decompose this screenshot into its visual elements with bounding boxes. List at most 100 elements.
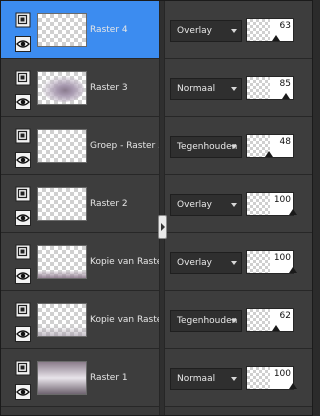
layer-thumbnail[interactable] bbox=[37, 361, 87, 395]
layer-row[interactable]: Raster 1 bbox=[1, 349, 159, 407]
layer-group-icon[interactable] bbox=[15, 70, 31, 86]
layer-properties-row: Overlay 100 bbox=[165, 233, 312, 291]
layer-thumbnail[interactable] bbox=[37, 71, 87, 105]
splitter-triangle bbox=[161, 223, 165, 231]
layer-name[interactable]: Raster 2 bbox=[90, 197, 159, 211]
eye-icon[interactable] bbox=[15, 152, 31, 168]
layer-name[interactable]: Kopie van Raster 1 bbox=[90, 255, 159, 269]
layer-row[interactable]: Groep - Raster 3 bbox=[1, 117, 159, 175]
layer-thumbnail[interactable] bbox=[37, 13, 87, 47]
layer-toggles bbox=[15, 302, 33, 342]
layer-row[interactable]: Raster 4 bbox=[1, 1, 159, 59]
opacity-value: 100 bbox=[273, 369, 291, 379]
opacity-marker[interactable] bbox=[265, 151, 273, 157]
layer-group-icon[interactable] bbox=[15, 302, 31, 318]
opacity-slider[interactable]: 100 bbox=[246, 366, 297, 390]
layer-row[interactable]: Raster 3 bbox=[1, 59, 159, 117]
splitter-arrow-icon[interactable] bbox=[158, 215, 167, 239]
layer-group-icon[interactable] bbox=[15, 360, 31, 376]
eye-icon[interactable] bbox=[15, 326, 31, 342]
layer-name[interactable]: Raster 1 bbox=[90, 371, 159, 385]
blend-mode-select[interactable]: Tegenhouden bbox=[170, 136, 242, 158]
opacity-slider[interactable]: 100 bbox=[246, 192, 297, 216]
chevron-down-icon bbox=[231, 261, 237, 265]
layer-toggles bbox=[15, 12, 33, 52]
layer-toggles bbox=[15, 360, 33, 400]
layer-name[interactable]: Groep - Raster 3 bbox=[90, 139, 159, 153]
thumbnail-content bbox=[42, 76, 84, 102]
opacity-slider[interactable]: 63 bbox=[246, 18, 294, 42]
layer-properties-list: Overlay 63 Normaal 85 Tegenhouden 48 Ove… bbox=[165, 1, 312, 415]
chevron-down-icon bbox=[231, 145, 237, 149]
layer-row[interactable]: Kopie van Raster 1 bbox=[1, 233, 159, 291]
eye-icon[interactable] bbox=[15, 36, 31, 52]
layer-row[interactable]: Kopie van Raster 1 bbox=[1, 291, 159, 349]
blend-mode-value: Normaal bbox=[177, 84, 216, 94]
layer-name[interactable]: Kopie van Raster 1 bbox=[90, 313, 159, 327]
blend-mode-value: Normaal bbox=[177, 374, 216, 384]
eye-icon[interactable] bbox=[15, 268, 31, 284]
blend-mode-select[interactable]: Overlay bbox=[170, 194, 242, 216]
blend-mode-select[interactable]: Overlay bbox=[170, 252, 242, 274]
layer-thumbnail[interactable] bbox=[37, 187, 87, 221]
opacity-slider[interactable]: 62 bbox=[246, 308, 294, 332]
opacity-marker[interactable] bbox=[289, 267, 297, 273]
layer-group-icon[interactable] bbox=[15, 186, 31, 202]
blend-mode-value: Overlay bbox=[177, 26, 212, 36]
layer-properties-row: Tegenhouden 62 bbox=[165, 291, 312, 349]
opacity-value: 62 bbox=[279, 311, 291, 321]
blend-mode-value: Overlay bbox=[177, 258, 212, 268]
layer-group-icon[interactable] bbox=[15, 12, 31, 28]
opacity-checker bbox=[247, 367, 270, 389]
opacity-marker[interactable] bbox=[272, 325, 280, 331]
blend-mode-select[interactable]: Normaal bbox=[170, 78, 242, 100]
layer-thumbnail[interactable] bbox=[37, 245, 87, 279]
opacity-value: 100 bbox=[273, 195, 291, 205]
opacity-marker[interactable] bbox=[289, 383, 297, 389]
chevron-down-icon bbox=[231, 377, 237, 381]
eye-icon[interactable] bbox=[15, 210, 31, 226]
layer-properties-row: Overlay 63 bbox=[165, 1, 312, 59]
opacity-slider[interactable]: 85 bbox=[246, 76, 294, 100]
blend-mode-select[interactable]: Overlay bbox=[170, 20, 242, 42]
eye-icon[interactable] bbox=[15, 94, 31, 110]
opacity-value: 63 bbox=[279, 21, 291, 31]
eye-icon[interactable] bbox=[15, 384, 31, 400]
opacity-slider[interactable]: 48 bbox=[246, 134, 294, 158]
layer-thumbnail[interactable] bbox=[37, 129, 87, 163]
chevron-down-icon bbox=[231, 29, 237, 33]
opacity-marker[interactable] bbox=[282, 93, 290, 99]
layer-toggles bbox=[15, 244, 33, 284]
layer-properties-row: Overlay 100 bbox=[165, 175, 312, 233]
layer-toggles bbox=[15, 186, 33, 226]
opacity-slider[interactable]: 100 bbox=[246, 250, 297, 274]
layer-list: Raster 4 Raster 3 Groep - Raster 3 Raste… bbox=[1, 1, 159, 415]
opacity-checker bbox=[247, 77, 270, 99]
layer-toggles bbox=[15, 128, 33, 168]
layer-group-icon[interactable] bbox=[15, 244, 31, 260]
opacity-value: 85 bbox=[279, 79, 291, 89]
layer-group-icon[interactable] bbox=[15, 128, 31, 144]
layer-name[interactable]: Raster 4 bbox=[90, 23, 159, 37]
opacity-marker[interactable] bbox=[289, 209, 297, 215]
blend-mode-value: Tegenhouden bbox=[177, 316, 238, 326]
layer-properties-row: Normaal 85 bbox=[165, 59, 312, 117]
opacity-checker bbox=[247, 193, 270, 215]
layer-thumbnail[interactable] bbox=[37, 303, 87, 337]
blend-mode-select[interactable]: Tegenhouden bbox=[170, 310, 242, 332]
opacity-checker bbox=[247, 19, 270, 41]
layer-toggles bbox=[15, 70, 33, 110]
layer-row[interactable]: Raster 2 bbox=[1, 175, 159, 233]
layers-panel: Raster 4 Raster 3 Groep - Raster 3 Raste… bbox=[0, 0, 313, 416]
opacity-checker bbox=[247, 309, 270, 331]
blend-mode-select[interactable]: Normaal bbox=[170, 368, 242, 390]
blend-mode-value: Tegenhouden bbox=[177, 142, 238, 152]
layer-properties-row: Tegenhouden 48 bbox=[165, 117, 312, 175]
chevron-down-icon bbox=[231, 319, 237, 323]
opacity-marker[interactable] bbox=[272, 35, 280, 41]
blend-mode-value: Overlay bbox=[177, 200, 212, 210]
opacity-value: 100 bbox=[273, 253, 291, 263]
layer-properties-row: Normaal 100 bbox=[165, 349, 312, 407]
layer-name[interactable]: Raster 3 bbox=[90, 81, 159, 95]
opacity-value: 48 bbox=[279, 137, 291, 147]
